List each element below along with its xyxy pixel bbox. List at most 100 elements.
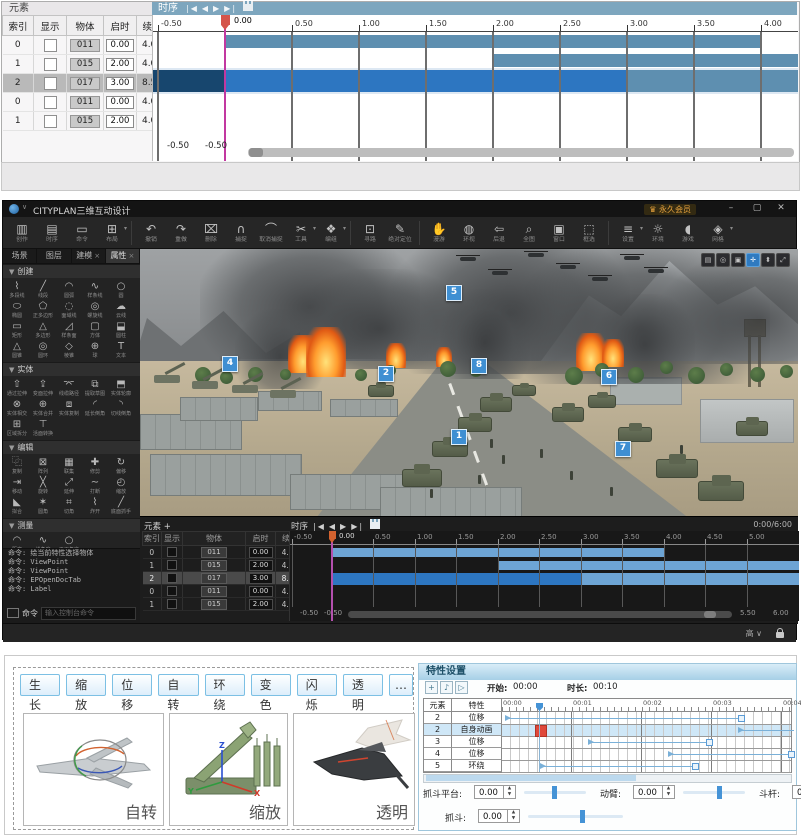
tool-方体[interactable]: ▢方体 xyxy=(82,321,108,339)
tool-圆弧[interactable]: ◠圆弧 xyxy=(56,281,82,299)
scene-marker-4[interactable]: 4 xyxy=(222,356,238,372)
toolbar-button-框选[interactable]: ⬚框选 xyxy=(574,222,604,243)
scene-marker-7[interactable]: 7 xyxy=(615,441,631,457)
close-icon[interactable]: × xyxy=(128,252,134,260)
tool-矩形[interactable]: ▭矩形 xyxy=(4,321,30,339)
timeline-bar[interactable] xyxy=(153,70,225,92)
tool-圆角[interactable]: ✶圆角 xyxy=(30,497,56,515)
timeline-bar[interactable] xyxy=(627,70,798,92)
tool-棱锥[interactable]: ◇棱锥 xyxy=(56,341,82,359)
object-chip[interactable]: 017 xyxy=(201,573,227,584)
start-time-input[interactable]: 0.00 xyxy=(249,547,273,558)
tool-样条面[interactable]: ◿样条面 xyxy=(56,321,82,339)
slider-track[interactable] xyxy=(528,815,623,818)
tool-圆柱[interactable]: ⬓圆柱 xyxy=(108,321,134,339)
tool-拟合[interactable]: ◣拟合 xyxy=(4,497,30,515)
tool-移动[interactable]: ⇥移动 xyxy=(4,477,30,495)
sidebar-tab-图层[interactable]: 图层 xyxy=(37,249,71,263)
toolbar-button-漫游[interactable]: ✋漫游 xyxy=(424,222,454,243)
tool-样条线[interactable]: ∿样条线 xyxy=(82,281,108,299)
slider-thumb[interactable] xyxy=(580,810,585,823)
close-icon[interactable]: × xyxy=(94,252,100,260)
effect-button-变色[interactable]: 变色 xyxy=(251,674,291,696)
tool-正多边形[interactable]: ⬠正多边形 xyxy=(30,301,56,319)
visibility-checkbox[interactable] xyxy=(167,599,177,609)
tool-圆[interactable]: ○圆 xyxy=(108,281,134,299)
table-row[interactable]: 00110.004.00 xyxy=(3,93,168,112)
object-chip[interactable]: 011 xyxy=(70,96,100,109)
clapper-icon[interactable] xyxy=(243,4,253,11)
keyframe-grid[interactable]: 元素特性00:0000:0100:0200:0300:042位移2自身动画3位移… xyxy=(423,698,792,773)
playhead-line[interactable] xyxy=(331,531,333,621)
effect-button-透明[interactable]: 透明 xyxy=(343,674,383,696)
table-row[interactable]: 20173.008.50 xyxy=(3,74,168,93)
props-tool-0[interactable]: + xyxy=(425,681,438,694)
console-input[interactable]: 输入控制台命令 xyxy=(41,607,136,620)
tool-切角[interactable]: ⌗切角 xyxy=(56,497,82,515)
start-time-input[interactable]: 0.00 xyxy=(249,586,273,597)
keyframe-end-marker[interactable] xyxy=(706,739,713,746)
scene-marker-2[interactable]: 2 xyxy=(378,366,394,382)
keyframe-red[interactable] xyxy=(535,725,547,737)
section-header-编辑[interactable]: ▼编辑 xyxy=(3,440,140,454)
tool-通过拉伸[interactable]: ⇧通过拉伸 xyxy=(4,379,30,397)
tool-实体合并[interactable]: ⊕实体合并 xyxy=(30,399,56,417)
play-icon[interactable]: ▶ xyxy=(340,522,348,531)
value-spinner[interactable]: 0.00▲▼ xyxy=(478,809,520,823)
toolbar-button-时序[interactable]: ▤时序 xyxy=(37,222,67,243)
mini-table-row[interactable]: 00110.004.00 xyxy=(143,585,305,598)
tool-修剪[interactable]: ✚修剪 xyxy=(82,457,108,475)
playhead-line[interactable] xyxy=(224,15,226,161)
tool-云线[interactable]: ☁云线 xyxy=(108,301,134,319)
tool-实体相交[interactable]: ⊗实体相交 xyxy=(4,399,30,417)
start-time-input[interactable]: 0.00 xyxy=(106,39,134,52)
scrollbar-handle[interactable] xyxy=(704,611,716,618)
effect-card-缩放[interactable]: ZXY缩放 xyxy=(169,713,288,826)
start-time-input[interactable]: 2.00 xyxy=(106,115,134,128)
object-chip[interactable]: 015 xyxy=(201,560,227,571)
keyframe-end-marker[interactable] xyxy=(788,751,795,758)
section-header-创建[interactable]: ▼创建 xyxy=(3,264,140,278)
object-chip[interactable]: 017 xyxy=(70,77,100,90)
keyframe-span[interactable] xyxy=(589,742,709,743)
tool-提取草图[interactable]: ⧉提取草图 xyxy=(82,379,108,397)
keyframe-end-marker[interactable] xyxy=(738,715,745,722)
viewport-tool-4[interactable]: ⬍ xyxy=(761,253,775,267)
timeline-bar[interactable] xyxy=(498,561,799,570)
minimize-button[interactable]: – xyxy=(724,203,738,213)
keyframe-start-marker[interactable] xyxy=(540,763,546,769)
start-time-input[interactable]: 2.00 xyxy=(249,599,273,610)
reverse-play-icon[interactable]: ◀ xyxy=(329,522,337,531)
spinner-arrows[interactable]: ▲▼ xyxy=(662,786,674,798)
tool-打断[interactable]: ∼打断 xyxy=(82,477,108,495)
timeline-area[interactable]: -0.500.501.001.502.002.503.003.504.000.0… xyxy=(152,15,798,161)
tool-文本[interactable]: T文本 xyxy=(108,341,134,359)
object-chip[interactable]: 015 xyxy=(70,58,100,71)
keyframe-span[interactable] xyxy=(506,718,741,719)
spinner-arrows[interactable]: ▲▼ xyxy=(503,786,515,798)
object-chip[interactable]: 011 xyxy=(201,547,227,558)
keyframe-end-marker[interactable] xyxy=(692,763,699,770)
mini-table-row[interactable]: 10152.004.00 xyxy=(143,598,305,611)
clapper-icon[interactable] xyxy=(370,522,380,529)
timeline-scrollbar[interactable] xyxy=(348,611,732,618)
scene-marker-1[interactable]: 1 xyxy=(451,429,467,445)
visibility-checkbox[interactable] xyxy=(44,77,57,90)
effect-button-环绕[interactable]: 环绕 xyxy=(205,674,245,696)
keyframe-start-marker[interactable] xyxy=(505,715,511,721)
tool-活面转换[interactable]: ⊤活面转换 xyxy=(30,419,56,437)
keyframe-scrollbar[interactable] xyxy=(423,774,792,783)
tool-圆锥[interactable]: △圆锥 xyxy=(4,341,30,359)
tool-椭圆[interactable]: ⬭椭圆 xyxy=(4,301,30,319)
object-chip[interactable]: 015 xyxy=(201,599,227,610)
toolbar-button-环视[interactable]: ◍环视 xyxy=(454,222,484,243)
toolbar-button-设置[interactable]: ≡设置▾ xyxy=(613,222,643,243)
toolbar-button-窗口[interactable]: ▣窗口 xyxy=(544,222,574,243)
toolbar-button-后退[interactable]: ⇦后退 xyxy=(484,222,514,243)
tool-切线倒角[interactable]: ◝切线倒角 xyxy=(108,399,134,417)
visibility-checkbox[interactable] xyxy=(167,560,177,570)
toolbar-button-重做[interactable]: ↷重做 xyxy=(166,222,196,243)
toolbar-button-网格[interactable]: ◈网格▾ xyxy=(703,222,733,243)
start-time-input[interactable]: 2.00 xyxy=(249,560,273,571)
toolbar-button-取消捕捉[interactable]: ⌒取消捕捉 xyxy=(256,222,286,243)
